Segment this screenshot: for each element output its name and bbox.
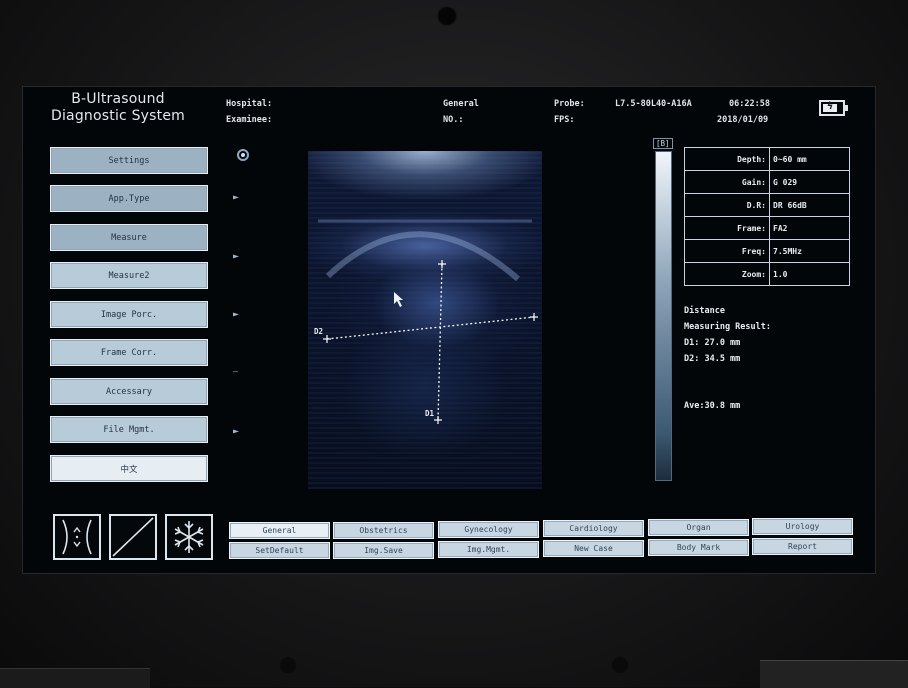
d1-label: D1 xyxy=(425,409,435,418)
freeze-button[interactable] xyxy=(165,514,213,560)
examinee-label: Examinee: xyxy=(226,115,273,125)
device-bezel: B-Ultrasound Diagnostic System Hospital:… xyxy=(0,0,908,688)
param-key: Gain: xyxy=(684,170,770,194)
date-label: 2018/01/09 xyxy=(717,115,769,125)
param-value: 1.0 xyxy=(769,262,850,286)
param-row: Gain: G 029 xyxy=(684,170,850,194)
menu-image-proc-button[interactable]: Image Porc. xyxy=(50,301,208,328)
hospital-label: Hospital: xyxy=(226,99,273,109)
preset-cardiology-button[interactable]: Cardiology xyxy=(543,520,644,537)
measurement-result-label: Measuring Result: xyxy=(684,322,771,332)
number-label: NO.: xyxy=(443,115,464,125)
system-title-line2: Diagnostic System xyxy=(50,108,185,124)
param-value: 0~60 mm xyxy=(769,147,850,171)
measurement-d1: D1: 27.0 mm xyxy=(684,338,741,348)
menu-accessary-button[interactable]: Accessary xyxy=(50,378,208,405)
tissue-arc xyxy=(325,231,520,282)
parameter-table: Depth: 0~60 mm Gain: G 029 D.R: DR 66dB Fra… xyxy=(684,147,850,286)
submenu-dash-icon: — xyxy=(233,367,238,376)
menu-language-button[interactable]: 中文 xyxy=(50,455,208,482)
preset-gynecology-button[interactable]: Gynecology xyxy=(438,521,539,538)
param-key: D.R: xyxy=(684,193,770,217)
set-default-button[interactable]: SetDefault xyxy=(229,542,330,559)
system-title: B-Ultrasound Diagnostic System xyxy=(43,91,193,125)
d2-caliper-line xyxy=(326,316,535,340)
d2-label: D2 xyxy=(314,327,324,336)
param-key: Zoom: xyxy=(684,262,770,286)
param-key: Frame: xyxy=(684,216,770,240)
menu-app-type-button[interactable]: App.Type xyxy=(50,185,208,212)
param-value: DR 66dB xyxy=(769,193,850,217)
bezel-screw xyxy=(612,657,628,673)
menu-frame-corr-button[interactable]: Frame Corr. xyxy=(50,339,208,366)
submenu-arrow-icon[interactable]: ► xyxy=(233,251,239,262)
graybar-tag: [B] xyxy=(653,138,673,149)
charging-bolt-icon: ϟ xyxy=(827,101,834,112)
preset-general-button[interactable]: General xyxy=(229,522,330,539)
probe-value: L7.5-80L40-A16A xyxy=(615,99,692,109)
grayscale-bar xyxy=(655,151,672,481)
preset-organ-button[interactable]: Organ xyxy=(648,519,749,536)
measurement-d2: D2: 34.5 mm xyxy=(684,354,741,364)
menu-measure2-button[interactable]: Measure2 xyxy=(50,262,208,289)
new-case-button[interactable]: New Case xyxy=(543,540,644,557)
system-title-line1: B-Ultrasound xyxy=(71,91,165,107)
ultrasound-screen: B-Ultrasound Diagnostic System Hospital:… xyxy=(22,86,876,574)
line-tool-button[interactable] xyxy=(109,514,157,560)
camera-lens xyxy=(437,6,457,26)
clock-time: 06:22:58 xyxy=(729,99,770,109)
image-save-button[interactable]: Img.Save xyxy=(333,542,434,559)
menu-settings-button[interactable]: Settings xyxy=(50,147,208,174)
measurement-average: Ave:30.8 mm xyxy=(684,401,741,411)
d1-caliper-line xyxy=(437,263,443,421)
measurement-type: Distance xyxy=(684,306,725,316)
depth-adjust-icon xyxy=(62,519,92,555)
menu-file-mgmt-button[interactable]: File Mgmt. xyxy=(50,416,208,443)
param-row: Depth: 0~60 mm xyxy=(684,147,850,171)
diagonal-line-icon xyxy=(112,517,154,557)
bezel-screw xyxy=(280,657,296,673)
device-foot xyxy=(0,668,150,688)
caliper-cross-icon[interactable] xyxy=(438,260,446,268)
param-value: FA2 xyxy=(769,216,850,240)
probe-label: Probe: xyxy=(554,99,585,109)
param-row: D.R: DR 66dB xyxy=(684,193,850,217)
settings-gear-icon[interactable] xyxy=(237,149,249,161)
fps-label: FPS: xyxy=(554,115,575,125)
image-management-button[interactable]: Img.Mgmt. xyxy=(438,541,539,558)
depth-adjust-button[interactable] xyxy=(53,514,101,560)
measurement-overlay xyxy=(318,219,538,424)
menu-measure-button[interactable]: Measure xyxy=(50,224,208,251)
param-row: Frame: FA2 xyxy=(684,216,850,240)
param-row: Freq: 7.5MHz xyxy=(684,239,850,263)
submenu-arrow-icon[interactable]: ► xyxy=(233,309,239,320)
param-value: 7.5MHz xyxy=(769,239,850,263)
submenu-arrow-icon[interactable]: ► xyxy=(233,426,239,437)
param-value: G 029 xyxy=(769,170,850,194)
param-row: Zoom: 1.0 xyxy=(684,262,850,286)
preset-obstetrics-button[interactable]: Obstetrics xyxy=(333,522,434,539)
caliper-cross-icon[interactable] xyxy=(323,335,331,343)
mode-label: General xyxy=(443,99,479,109)
freeze-snowflake-icon xyxy=(174,521,204,553)
param-key: Freq: xyxy=(684,239,770,263)
caliper-cross-icon[interactable] xyxy=(434,416,442,424)
ultrasound-image[interactable] xyxy=(308,151,542,489)
preset-urology-button[interactable]: Urology xyxy=(752,518,853,535)
body-mark-button[interactable]: Body Mark xyxy=(648,539,749,556)
caliper-cross-icon[interactable] xyxy=(530,313,538,321)
battery-icon: ϟ xyxy=(819,100,848,116)
report-button[interactable]: Report xyxy=(752,538,853,555)
mouse-cursor-icon xyxy=(394,292,403,307)
device-foot xyxy=(760,660,908,688)
submenu-arrow-icon[interactable]: ► xyxy=(233,192,239,203)
param-key: Depth: xyxy=(684,147,770,171)
